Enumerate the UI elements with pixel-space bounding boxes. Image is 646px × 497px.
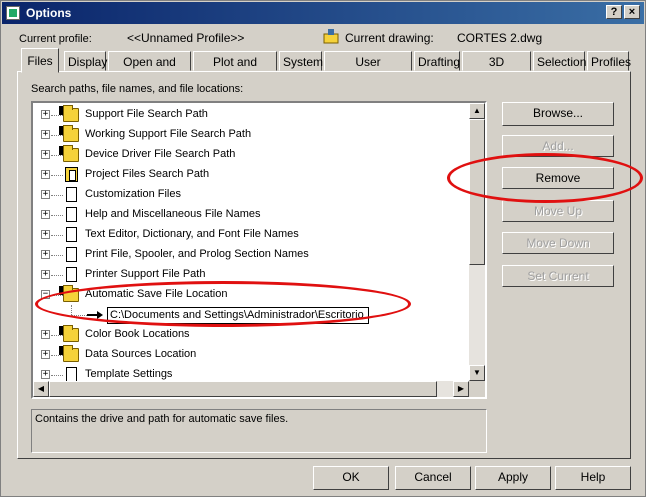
folder-icon [59,325,79,342]
tab-user-preferences[interactable]: User Preferences [324,51,412,83]
tree-item-support-file-search-path[interactable]: + Support File Search Path [33,105,469,125]
folder-open-icon [59,285,79,302]
search-paths-heading: Search paths, file names, and file locat… [31,83,244,95]
folder-icon [59,145,79,162]
collapse-icon[interactable]: − [41,290,50,299]
tree-item-label: Project Files Search Path [85,168,210,180]
tree-item-label: Data Sources Location [85,348,197,360]
document-icon [66,227,77,242]
scroll-down-icon[interactable]: ▼ [469,365,485,381]
expand-icon[interactable]: + [41,190,50,199]
document-icon [66,247,77,262]
tree-item-label: Help and Miscellaneous File Names [85,208,261,220]
close-button[interactable]: × [624,5,640,19]
title-bar[interactable]: Options ? × [2,2,644,24]
horizontal-scrollbar[interactable]: ◀ ▶ [33,381,469,397]
document-icon [66,267,77,282]
tree-item-working-support-file-search-path[interactable]: + Working Support File Search Path [33,125,469,145]
move-up-button[interactable]: Move Up [502,200,614,222]
tree-item-printer-support-file-path[interactable]: + Printer Support File Path [33,265,469,285]
expand-icon[interactable]: + [41,130,50,139]
tab-selection[interactable]: Selection [533,51,586,71]
drawing-icon [323,28,339,44]
tree-item-print-file-spooler-prolog[interactable]: + Print File, Spooler, and Prolog Sectio… [33,245,469,265]
options-dialog: Options ? × Current profile: <<Unnamed P… [0,0,646,497]
tab-files[interactable]: Files [21,48,59,73]
description-box: Contains the drive and path for automati… [31,409,487,453]
expand-icon[interactable]: + [41,150,50,159]
app-icon [6,6,20,20]
cancel-button[interactable]: Cancel [395,466,471,490]
set-current-button[interactable]: Set Current [502,265,614,287]
tab-system[interactable]: System [279,51,323,71]
expand-icon[interactable]: + [41,350,50,359]
tree-item-label: Automatic Save File Location [85,288,228,300]
tree-item-project-files-search-path[interactable]: + Project Files Search Path [33,165,469,185]
horizontal-scroll-thumb[interactable] [49,381,437,397]
folder-icon [59,345,79,362]
arrow-right-icon [87,311,103,319]
help-button[interactable]: Help [555,466,631,490]
scroll-right-icon[interactable]: ▶ [453,381,469,397]
tab-open-and-save[interactable]: Open and Save [108,51,191,83]
document-icon [66,187,77,202]
tree-item-data-sources-location[interactable]: + Data Sources Location [33,345,469,365]
tab-profiles[interactable]: Profiles [587,51,631,71]
move-down-button[interactable]: Move Down [502,232,614,254]
remove-button[interactable]: Remove [502,167,614,189]
project-icon [65,167,78,182]
scroll-corner [469,381,485,397]
add-button[interactable]: Add... [502,135,614,157]
tab-3d-modeling[interactable]: 3D Modeling [462,51,531,83]
tree-item-label: Text Editor, Dictionary, and Font File N… [85,228,299,240]
current-drawing-value: CORTES 2.dwg [457,31,543,45]
help-title-button[interactable]: ? [606,5,622,19]
window-title: Options [26,6,72,20]
expand-icon[interactable]: + [41,230,50,239]
scroll-up-icon[interactable]: ▲ [469,103,485,119]
tree-item-automatic-save-file-location[interactable]: − Automatic Save File Location [33,285,469,305]
file-locations-tree[interactable]: + Support File Search Path + Working Sup… [31,101,487,399]
tree-item-label: Device Driver File Search Path [85,148,236,160]
tree-item-label: Print File, Spooler, and Prolog Section … [85,248,309,260]
tree-item-label: Template Settings [85,368,173,380]
tree-item-label: Working Support File Search Path [85,128,252,140]
tree-item-autosave-path[interactable]: C:\Documents and Settings\Administrador\… [33,305,469,325]
tree-item-label: Color Book Locations [85,328,190,340]
tree-item-label: Printer Support File Path [85,268,206,280]
expand-icon[interactable]: + [41,250,50,259]
tree-item-text-editor-dictionary-font[interactable]: + Text Editor, Dictionary, and Font File… [33,225,469,245]
tree-item-customization-files[interactable]: + Customization Files [33,185,469,205]
tree-item-help-and-misc-file-names[interactable]: + Help and Miscellaneous File Names [33,205,469,225]
document-icon [66,207,77,222]
scroll-left-icon[interactable]: ◀ [33,381,49,397]
document-icon [66,367,77,382]
expand-icon[interactable]: + [41,210,50,219]
current-drawing-label: Current drawing: [345,31,434,45]
tree-item-color-book-locations[interactable]: + Color Book Locations [33,325,469,345]
tree-item-device-driver-file-search-path[interactable]: + Device Driver File Search Path [33,145,469,165]
tab-display[interactable]: Display [64,51,107,71]
expand-icon[interactable]: + [41,330,50,339]
expand-icon[interactable]: + [41,370,50,379]
tab-drafting[interactable]: Drafting [414,51,460,71]
vertical-scroll-thumb[interactable] [469,119,485,265]
tree-item-label: Customization Files [85,188,181,200]
vertical-scrollbar[interactable]: ▲ ▼ [469,103,485,381]
tree-item-label: Support File Search Path [85,108,208,120]
expand-icon[interactable]: + [41,110,50,119]
current-profile-value: <<Unnamed Profile>> [127,31,245,45]
browse-button[interactable]: Browse... [502,102,614,126]
apply-button[interactable]: Apply [475,466,551,490]
folder-icon [59,125,79,142]
expand-icon[interactable]: + [41,170,50,179]
autosave-path-input[interactable]: C:\Documents and Settings\Administrador\… [107,307,369,324]
current-profile-label: Current profile: [19,33,92,45]
folder-icon [59,105,79,122]
ok-button[interactable]: OK [313,466,389,490]
tab-plot-and-publish[interactable]: Plot and Publish [193,51,277,83]
expand-icon[interactable]: + [41,270,50,279]
